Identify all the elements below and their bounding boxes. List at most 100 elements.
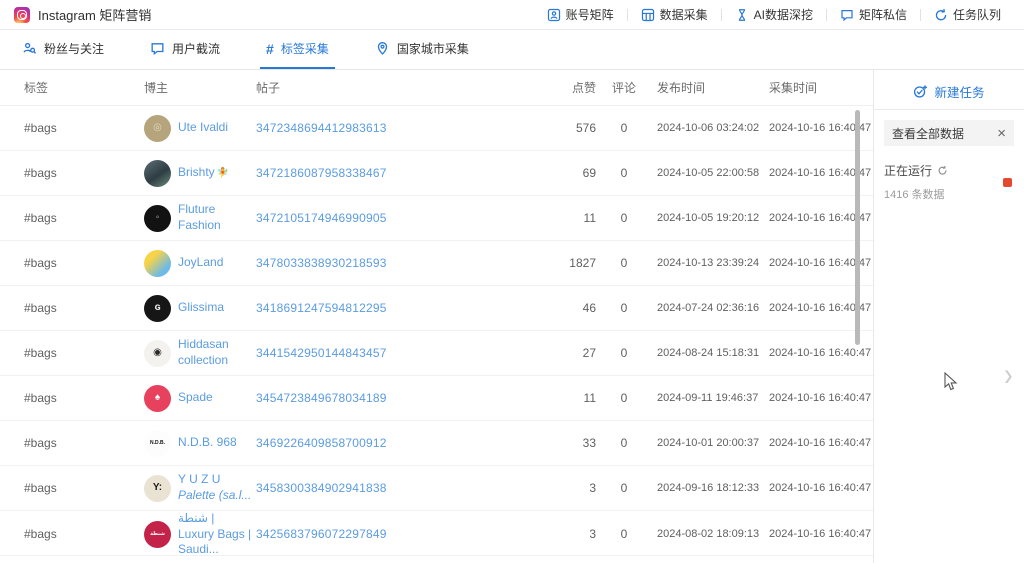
task-queue-icon [934,8,948,22]
blogger-link[interactable]: JoyLand [178,255,223,271]
new-task-button[interactable]: 新建任务 [874,76,1024,106]
post-link[interactable]: 3469226409858700912 [256,436,387,450]
blogger-cell: ◉ Hiddasan collection [144,337,256,368]
hashtag-cell: #bags [24,166,144,180]
stop-task-button[interactable] [1003,178,1012,187]
app-title: Instagram 矩阵营销 [38,5,151,24]
tab-label: 粉丝与关注 [44,40,104,57]
collect-time-cell: 2024-10-16 16:40:47 [764,392,874,404]
hashtag-cell: #bags [24,391,144,405]
view-all-label: 查看全部数据 [892,125,964,142]
tab-label: 国家城市采集 [397,40,469,57]
hashtag-cell: #bags [24,121,144,135]
avatar: ♠ [144,385,171,412]
column-header-comments: 评论 [596,79,652,96]
task-panel: 新建任务 查看全部数据 × 正在运行 1416 条数据 [874,70,1024,563]
collapse-chevron-icon[interactable]: › [1004,356,1013,393]
publish-time-cell: 2024-10-05 22:00:58 [652,167,764,179]
post-link[interactable]: 3472186087958338467 [256,166,387,180]
tab-fans-follow[interactable]: 粉丝与关注 [16,30,110,69]
likes-cell: 3 [520,481,596,495]
comments-cell: 0 [596,481,652,495]
table-row: #bags Brishty🧚 3472186087958338467 69 0 … [0,151,873,196]
likes-cell: 11 [520,211,596,225]
comments-cell: 0 [596,211,652,225]
nav-matrix-dm[interactable]: 矩阵私信 [827,6,920,23]
publish-time-cell: 2024-10-06 03:24:02 [652,122,764,134]
nav-ai-mining[interactable]: AI数据深挖 [722,6,826,23]
main-content: 标签 博主 帖子 点赞 评论 发布时间 采集时间 #bags ◎ Ute Iva… [0,70,1024,563]
post-cell: 3418691247594812295 [256,301,520,315]
post-link[interactable]: 3478033838930218593 [256,256,387,270]
post-cell: 3425683796072297849 [256,527,520,541]
post-link[interactable]: 3454723849678034189 [256,391,387,405]
post-cell: 3478033838930218593 [256,256,520,270]
nav-account-matrix[interactable]: 账号矩阵 [534,6,627,23]
blogger-link[interactable]: Ute Ivaldi [178,120,228,136]
post-link[interactable]: 3441542950144843457 [256,346,387,360]
close-icon[interactable]: × [997,126,1006,141]
likes-cell: 11 [520,391,596,405]
table-row: #bags ◎ Ute Ivaldi 3472348694412983613 5… [0,106,873,151]
publish-time-cell: 2024-10-01 20:00:37 [652,437,764,449]
comments-cell: 0 [596,121,652,135]
account-matrix-icon [547,8,561,22]
post-link[interactable]: 3458300384902941838 [256,481,387,495]
view-all-data-item[interactable]: 查看全部数据 × [884,120,1014,146]
avatar: N.D.B. [144,430,171,457]
new-task-icon [913,84,928,99]
table-row: #bags ◉ Hiddasan collection 344154295014… [0,331,873,376]
tab-user-intercept[interactable]: 用户截流 [144,30,226,69]
fans-icon [22,41,37,56]
table-row: #bags شنطة شنطة | Luxury Bags | Saudi...… [0,511,873,556]
post-link[interactable]: 3472348694412983613 [256,121,387,135]
table-scrollbar-thumb[interactable] [855,110,860,345]
comments-cell: 0 [596,391,652,405]
hashtag-cell: #bags [24,256,144,270]
tab-country-city-collect[interactable]: 国家城市采集 [369,30,475,69]
record-count: 1416 条数据 [884,186,948,202]
post-link[interactable]: 3472105174946990905 [256,211,387,225]
publish-time-cell: 2024-08-24 15:18:31 [652,347,764,359]
hashtag-cell: #bags [24,211,144,225]
comments-cell: 0 [596,301,652,315]
post-link[interactable]: 3425683796072297849 [256,527,387,541]
post-cell: 3472348694412983613 [256,121,520,135]
blogger-link[interactable]: Spade [178,390,213,406]
avatar: ◎ [144,115,171,142]
comments-cell: 0 [596,166,652,180]
table-row: #bags N.D.B. N.D.B. 968 3469226409858700… [0,421,873,466]
post-cell: 3454723849678034189 [256,391,520,405]
running-status-label: 正在运行 [884,162,932,179]
nav-task-queue[interactable]: 任务队列 [921,6,1014,23]
avatar: ◦ [144,205,171,232]
blogger-link[interactable]: Glissima [178,300,224,316]
instagram-logo-icon [14,7,30,23]
table-header-row: 标签 博主 帖子 点赞 评论 发布时间 采集时间 [0,70,873,106]
blogger-link[interactable]: Brishty🧚 [178,165,229,181]
column-header-blogger: 博主 [144,79,256,96]
tab-hashtag-collect[interactable]: # 标签采集 [260,30,335,69]
publish-time-cell: 2024-09-16 18:12:33 [652,482,764,494]
matrix-dm-icon [840,8,854,22]
data-collect-icon [641,8,655,22]
post-link[interactable]: 3418691247594812295 [256,301,387,315]
blogger-link[interactable]: Hiddasan collection [178,337,252,368]
new-task-label: 新建任务 [934,82,984,101]
nav-data-collect[interactable]: 数据采集 [628,6,721,23]
blogger-link[interactable]: Y U Z UPalette (sa.l... [178,472,251,503]
table-row: #bags ◦ Fluture Fashion 3472105174946990… [0,196,873,241]
refresh-icon[interactable] [937,165,948,176]
column-header-collect-time: 采集时间 [764,79,874,96]
blogger-link[interactable]: Fluture Fashion [178,202,252,233]
table-row: #bags ♠ Spade 3454723849678034189 11 0 2… [0,376,873,421]
running-task-info: 正在运行 1416 条数据 [884,162,948,202]
comments-cell: 0 [596,256,652,270]
post-cell: 3472105174946990905 [256,211,520,225]
blogger-cell: JoyLand [144,250,256,277]
publish-time-cell: 2024-08-02 18:09:13 [652,528,764,540]
blogger-link[interactable]: شنطة | Luxury Bags | Saudi... [178,511,252,558]
blogger-link[interactable]: N.D.B. 968 [178,435,237,451]
avatar [144,250,171,277]
blogger-cell: ◦ Fluture Fashion [144,202,256,233]
